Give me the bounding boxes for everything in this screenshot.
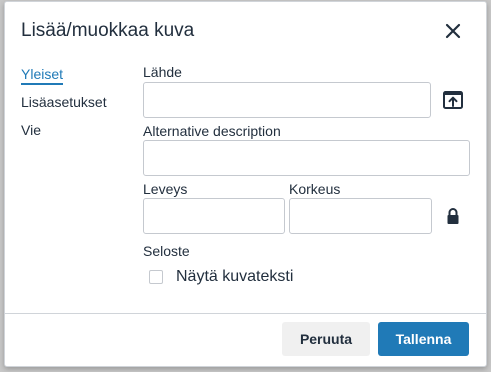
dialog-footer: Peruuta Tallenna (5, 313, 486, 366)
constrain-proportions-button[interactable] (445, 207, 463, 227)
tab-upload-label: Vie (21, 122, 41, 138)
close-button[interactable] (442, 20, 464, 42)
width-label: Leveys (143, 181, 188, 197)
height-input[interactable] (289, 198, 432, 234)
tab-general[interactable]: Yleiset (21, 64, 131, 92)
upload-icon (443, 91, 463, 109)
dialog-tabs: Yleiset Lisäasetukset Vie (21, 64, 131, 148)
save-button[interactable]: Tallenna (378, 322, 469, 356)
cancel-button[interactable]: Peruuta (282, 322, 370, 356)
source-input[interactable] (143, 82, 431, 118)
alt-description-input[interactable] (143, 140, 470, 176)
source-label: Lähde (143, 64, 182, 80)
image-dialog: Lisää/muokkaa kuva Yleiset Lisäasetukset… (4, 1, 487, 367)
tab-general-label: Yleiset (21, 66, 64, 85)
width-input[interactable] (143, 198, 285, 234)
dialog-title: Lisää/muokkaa kuva (21, 20, 195, 41)
lock-icon (447, 208, 459, 224)
dialog-header: Lisää/muokkaa kuva (5, 2, 486, 60)
show-caption-label[interactable]: Näytä kuvateksti (176, 268, 293, 286)
close-icon (445, 23, 461, 39)
alt-description-label: Alternative description (143, 123, 281, 139)
show-caption-checkbox[interactable] (149, 270, 163, 284)
caption-section-label: Seloste (143, 243, 190, 259)
browse-button[interactable] (441, 88, 465, 112)
height-label: Korkeus (289, 181, 341, 197)
tab-upload[interactable]: Vie (21, 120, 131, 148)
tab-advanced[interactable]: Lisäasetukset (21, 92, 131, 120)
tab-advanced-label: Lisäasetukset (21, 94, 107, 110)
